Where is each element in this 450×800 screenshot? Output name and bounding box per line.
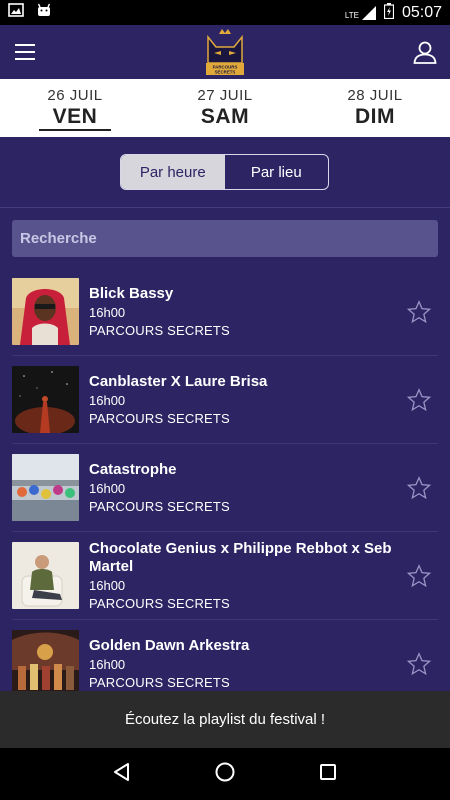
list-item[interactable]: Canblaster X Laure Brisa 16h00 PARCOURS … xyxy=(12,356,438,444)
event-venue: PARCOURS SECRETS xyxy=(89,499,230,514)
event-title: Chocolate Genius x Philippe Rebbot x Seb… xyxy=(89,540,392,575)
event-list: Blick Bassy 16h00 PARCOURS SECRETS Canbl… xyxy=(0,268,450,691)
recents-icon[interactable] xyxy=(317,761,339,788)
back-icon[interactable] xyxy=(111,761,133,788)
clock: 05:07 xyxy=(401,3,442,21)
artist-photo xyxy=(12,366,79,433)
gallery-icon xyxy=(8,2,24,23)
tab-day-sam[interactable]: 27 JUIL SAM xyxy=(150,79,300,137)
artist-photo xyxy=(12,454,79,521)
by-time-button[interactable]: Par heure xyxy=(121,155,225,189)
network-label: LTE xyxy=(344,10,359,20)
event-time: 16h00 xyxy=(89,578,126,593)
tab-date: 28 JUIL xyxy=(347,87,403,104)
star-icon[interactable] xyxy=(406,475,432,501)
event-venue: PARCOURS SECRETS xyxy=(89,323,230,338)
tab-day-dim[interactable]: 28 JUIL DIM xyxy=(300,79,450,137)
artist-photo xyxy=(12,542,79,609)
logo-text-bottom: SECRETS xyxy=(215,70,236,75)
event-time: 16h00 xyxy=(89,393,126,408)
home-icon[interactable] xyxy=(214,761,236,788)
event-venue: PARCOURS SECRETS xyxy=(89,596,230,611)
event-venue: PARCOURS SECRETS xyxy=(89,411,230,426)
user-icon[interactable] xyxy=(412,39,438,65)
system-nav-bar xyxy=(0,748,450,800)
android-icon xyxy=(36,2,52,23)
tab-day: SAM xyxy=(200,105,250,128)
search-input[interactable] xyxy=(20,230,438,247)
star-icon[interactable] xyxy=(406,563,432,589)
event-title: Canblaster X Laure Brisa xyxy=(89,373,268,390)
tab-day: DIM xyxy=(355,105,395,128)
event-venue: PARCOURS SECRETS xyxy=(89,675,230,690)
sort-toggle: Par heure Par lieu xyxy=(120,154,329,190)
event-time: 16h00 xyxy=(89,305,126,320)
tab-date: 27 JUIL xyxy=(197,87,253,104)
event-time: 16h00 xyxy=(89,481,126,496)
list-item[interactable]: Blick Bassy 16h00 PARCOURS SECRETS xyxy=(12,268,438,356)
status-bar: LTE 05:07 xyxy=(0,0,450,25)
star-icon[interactable] xyxy=(406,299,432,325)
list-item[interactable]: Catastrophe 16h00 PARCOURS SECRETS xyxy=(12,444,438,532)
list-item[interactable]: Chocolate Genius x Philippe Rebbot x Seb… xyxy=(12,532,438,620)
artist-photo xyxy=(12,630,79,691)
divider xyxy=(0,207,450,208)
tab-date: 26 JUIL xyxy=(47,87,103,104)
star-icon[interactable] xyxy=(406,387,432,413)
cat-logo-icon[interactable]: PARCOURS SECRETS xyxy=(202,29,248,77)
app-bar: PARCOURS SECRETS xyxy=(0,25,450,79)
list-item[interactable]: Golden Dawn Arkestra 16h00 PARCOURS SECR… xyxy=(12,620,438,691)
event-title: Blick Bassy xyxy=(89,285,174,302)
event-time: 16h00 xyxy=(89,657,126,672)
signal-icon: LTE xyxy=(344,5,376,20)
star-icon[interactable] xyxy=(406,651,432,677)
playlist-banner[interactable]: Écoutez la playlist du festival ! xyxy=(0,691,450,748)
event-title: Catastrophe xyxy=(89,461,177,478)
day-tabs: 26 JUIL VEN 27 JUIL SAM 28 JUIL DIM xyxy=(0,79,450,137)
search-bar xyxy=(12,220,438,257)
battery-icon xyxy=(383,2,395,23)
tab-day: VEN xyxy=(52,105,98,128)
tab-day-ven[interactable]: 26 JUIL VEN xyxy=(0,79,150,137)
by-place-button[interactable]: Par lieu xyxy=(225,155,329,189)
artist-photo xyxy=(12,278,79,345)
hamburger-icon[interactable] xyxy=(12,39,38,65)
event-title: Golden Dawn Arkestra xyxy=(89,637,250,654)
